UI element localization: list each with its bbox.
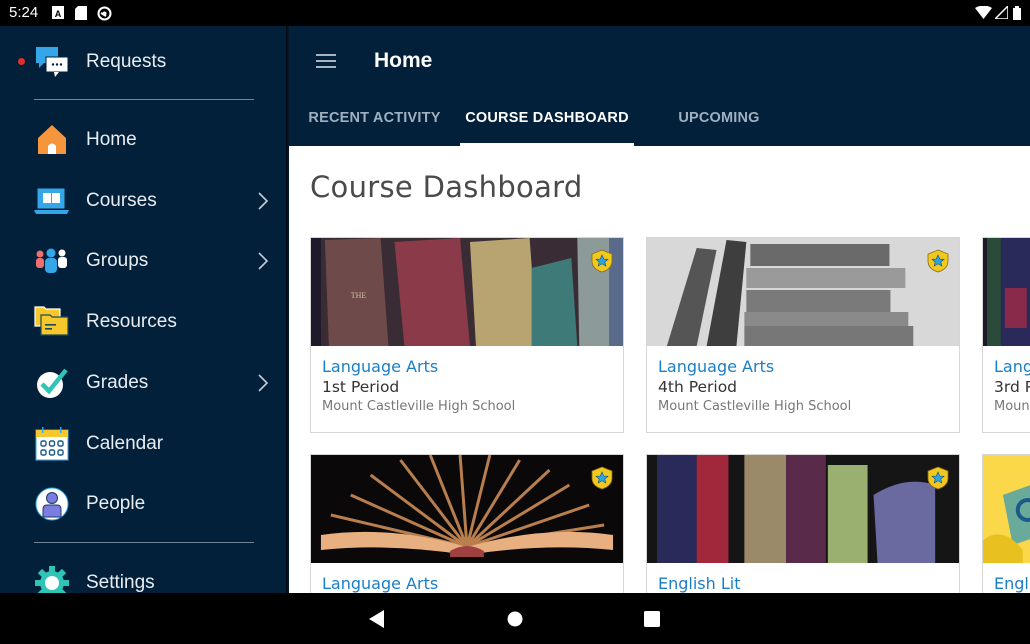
tab-label: COURSE DASHBOARD	[465, 110, 629, 126]
tab-label: UPCOMING	[678, 110, 760, 126]
drawer-item-label: Courses	[86, 190, 157, 211]
course-image-antique-books	[647, 455, 959, 563]
wifi-icon	[975, 6, 992, 19]
drawer-item-label: Groups	[86, 250, 149, 271]
calendar-icon	[35, 427, 69, 461]
course-name[interactable]: Language Arts	[994, 357, 1030, 376]
settings-icon	[35, 566, 69, 593]
course-image-dark-books	[983, 238, 1030, 346]
svg-text:A: A	[55, 9, 62, 19]
font-a-icon: A	[52, 6, 64, 19]
chevron-right-icon	[258, 192, 269, 210]
chevron-right-icon	[258, 374, 269, 392]
tab-label: RECENT ACTIVITY	[308, 110, 441, 126]
home-icon	[38, 125, 66, 154]
course-image-open-book	[311, 455, 623, 563]
notification-dot	[18, 58, 25, 65]
admin-badge-icon	[591, 249, 613, 273]
drawer-item-label: Requests	[86, 51, 167, 72]
home-circle-icon[interactable]	[507, 611, 523, 627]
recents-square-icon[interactable]	[644, 610, 660, 627]
drawer-item-groups[interactable]: Groups	[0, 234, 286, 288]
hamburger-menu-icon[interactable]	[316, 53, 338, 69]
drawer-item-calendar[interactable]: Calendar	[0, 417, 286, 471]
course-name[interactable]: Language Arts	[322, 574, 438, 593]
admin-badge-icon	[591, 466, 613, 490]
resources-icon	[34, 306, 69, 336]
drawer-item-settings[interactable]: Settings	[0, 556, 286, 593]
status-bar: 5:24 A	[0, 0, 1030, 26]
course-card[interactable]: English Lit	[646, 454, 960, 593]
drawer-item-label: Home	[86, 129, 137, 150]
course-card[interactable]: THE Language Arts 1st Period Mount Castl…	[310, 237, 624, 433]
course-name[interactable]: English Lit	[658, 574, 741, 593]
drawer-item-label: Grades	[86, 372, 149, 393]
drawer-item-people[interactable]: People	[0, 477, 286, 531]
course-section: 1st Period	[322, 378, 400, 396]
tab-course-dashboard[interactable]: COURSE DASHBOARD	[460, 90, 634, 146]
status-time: 5:24	[9, 4, 39, 21]
drawer-item-label: Resources	[86, 311, 177, 332]
course-image-camera-illustration	[983, 455, 1030, 563]
admin-badge-icon	[927, 249, 949, 273]
course-card[interactable]: Language Arts 4th Period Mount Castlevil…	[646, 237, 960, 433]
signal-icon	[995, 6, 1008, 19]
course-name[interactable]: English	[994, 574, 1030, 593]
course-card[interactable]: English	[982, 454, 1030, 593]
grades-icon	[37, 368, 68, 398]
drawer-item-grades[interactable]: Grades	[0, 356, 286, 410]
app-bar: Home RECENT ACTIVITY COURSE DASHBOARD UP…	[289, 26, 1030, 146]
system-navigation-bar	[0, 593, 1030, 644]
course-image-colorful-books: THE	[311, 238, 623, 346]
course-image-grayscale-books	[647, 238, 959, 346]
course-section: 3rd Period	[994, 378, 1030, 396]
drawer-item-resources[interactable]: Resources	[0, 295, 286, 349]
admin-badge-icon	[927, 466, 949, 490]
course-school: Mount Castleville High School	[994, 399, 1030, 414]
tab-recent-activity[interactable]: RECENT ACTIVITY	[289, 90, 460, 146]
battery-icon	[1013, 6, 1021, 20]
chevron-right-icon	[258, 252, 269, 270]
drawer-item-label: Calendar	[86, 433, 164, 454]
navigation-drawer: Requests Home Courses Groups Resources G…	[0, 26, 286, 593]
drawer-item-requests[interactable]: Requests	[0, 35, 286, 89]
course-card[interactable]: Language Arts	[310, 454, 624, 593]
main-content: Course Dashboard THE Language Arts 1st P…	[289, 146, 1030, 593]
drawer-item-courses[interactable]: Courses	[0, 174, 286, 228]
drawer-divider	[34, 99, 254, 100]
drawer-item-label: People	[86, 493, 146, 514]
course-school: Mount Castleville High School	[322, 399, 516, 414]
course-name[interactable]: Language Arts	[322, 357, 438, 376]
drawer-divider	[34, 542, 254, 543]
back-icon[interactable]	[369, 609, 385, 628]
page-title: Course Dashboard	[310, 170, 583, 204]
sd-card-icon	[75, 6, 87, 20]
course-name[interactable]: Language Arts	[658, 357, 774, 376]
requests-icon	[36, 47, 69, 77]
courses-icon	[34, 187, 69, 214]
page-header-title: Home	[374, 49, 433, 72]
people-icon	[35, 487, 69, 521]
drawer-item-home[interactable]: Home	[0, 113, 286, 167]
svg-text:THE: THE	[351, 291, 367, 300]
course-card[interactable]: Language Arts 3rd Period Mount Castlevil…	[982, 237, 1030, 433]
course-school: Mount Castleville High School	[658, 399, 852, 414]
course-section: 4th Period	[658, 378, 738, 396]
drawer-item-label: Settings	[86, 572, 155, 593]
tab-upcoming[interactable]: UPCOMING	[634, 90, 804, 146]
sync-blocked-icon	[97, 6, 112, 21]
groups-icon	[36, 248, 67, 273]
